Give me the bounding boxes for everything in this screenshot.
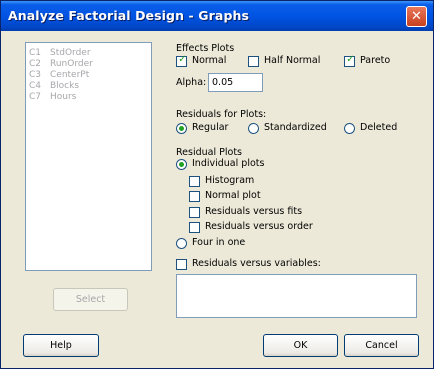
pareto-checkbox[interactable]: ✓ — [344, 54, 355, 67]
column-id: C4 — [29, 81, 42, 91]
ok-button[interactable]: OK — [263, 334, 338, 357]
individual-plots-radio[interactable] — [176, 159, 187, 170]
column-name: RunOrder — [50, 59, 93, 69]
residuals-vs-fits-label[interactable]: Residuals versus fits — [205, 206, 302, 217]
alpha-label: Alpha: — [176, 77, 207, 88]
column-name: StdOrder — [50, 48, 91, 58]
cancel-button[interactable]: Cancel — [344, 334, 419, 357]
residuals-for-plots-heading: Residuals for Plots: — [176, 109, 267, 120]
normal-label[interactable]: Normal — [192, 55, 226, 66]
regular-label[interactable]: Regular — [192, 122, 228, 133]
four-in-one-radio[interactable] — [176, 238, 187, 249]
close-icon: ✕ — [411, 9, 422, 24]
list-item[interactable]: C7 Hours — [29, 92, 76, 102]
individual-plots-label[interactable]: Individual plots — [192, 158, 264, 169]
histogram-label[interactable]: Histogram — [205, 175, 254, 186]
column-name: Blocks — [50, 81, 80, 91]
effects-plots-heading: Effects Plots — [176, 43, 235, 54]
residual-plots-heading: Residual Plots — [176, 147, 242, 158]
residuals-vs-fits-checkbox[interactable] — [189, 207, 200, 218]
standardized-radio[interactable] — [248, 123, 259, 134]
half-normal-label[interactable]: Half Normal — [264, 55, 320, 66]
list-item[interactable]: C2 RunOrder — [29, 59, 93, 69]
residuals-vs-variables-checkbox[interactable] — [176, 259, 187, 270]
alpha-field[interactable]: 0.05 — [208, 73, 263, 92]
normal-plot-label[interactable]: Normal plot — [205, 190, 261, 201]
regular-radio[interactable] — [176, 123, 187, 134]
close-button[interactable]: ✕ — [406, 6, 427, 27]
radio-dot-icon — [179, 162, 184, 167]
list-item[interactable]: C1 StdOrder — [29, 48, 91, 58]
list-item[interactable]: C4 Blocks — [29, 81, 79, 91]
column-name: CenterPt — [50, 70, 90, 80]
column-name: Hours — [50, 92, 77, 102]
pareto-label[interactable]: Pareto — [360, 55, 390, 66]
variable-list[interactable]: C1 StdOrder C2 RunOrder C3 CenterPt C4 Block… — [25, 42, 152, 271]
residuals-vs-variables-field[interactable] — [176, 274, 417, 318]
select-button[interactable]: Select — [53, 288, 128, 311]
checkmark-icon: ✓ — [346, 54, 355, 65]
four-in-one-label[interactable]: Four in one — [192, 237, 245, 248]
dialog-window: Analyze Factorial Design - Graphs ✕ C1 St… — [0, 0, 434, 369]
residuals-vs-order-checkbox[interactable] — [189, 222, 200, 233]
deleted-label[interactable]: Deleted — [360, 122, 397, 133]
normal-checkbox[interactable]: ✓ — [176, 54, 187, 67]
column-id: C2 — [29, 59, 42, 69]
histogram-checkbox[interactable] — [189, 176, 200, 187]
column-id: C3 — [29, 70, 42, 80]
residuals-vs-variables-label[interactable]: Residuals versus variables: — [192, 258, 321, 269]
radio-dot-icon — [179, 126, 184, 131]
column-id: C1 — [29, 48, 42, 58]
residuals-vs-order-label[interactable]: Residuals versus order — [205, 221, 313, 232]
checkmark-icon: ✓ — [178, 54, 187, 65]
list-item[interactable]: C3 CenterPt — [29, 70, 89, 80]
title-bar[interactable]: Analyze Factorial Design - Graphs ✕ — [1, 1, 433, 31]
standardized-label[interactable]: Standardized — [264, 122, 327, 133]
window-title: Analyze Factorial Design - Graphs — [8, 8, 250, 23]
help-button[interactable]: Help — [23, 334, 99, 357]
deleted-radio[interactable] — [344, 123, 355, 134]
column-id: C7 — [29, 92, 42, 102]
normal-plot-checkbox[interactable] — [189, 191, 200, 202]
half-normal-checkbox[interactable] — [248, 56, 259, 67]
